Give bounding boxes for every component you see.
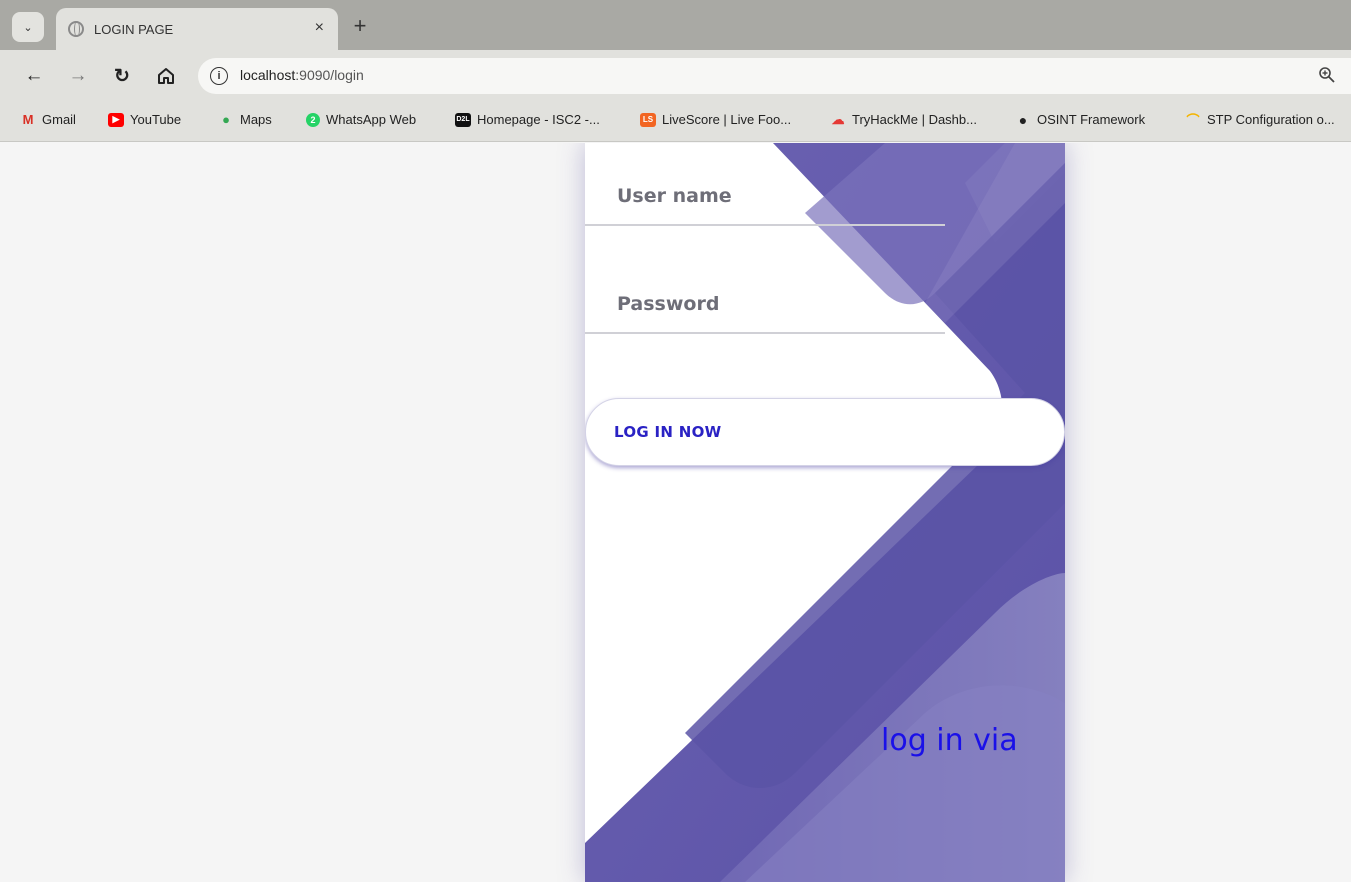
back-button[interactable]: ← [18, 60, 50, 92]
d2l-icon: D2L [455, 112, 471, 127]
arrow-right-icon: → [68, 65, 88, 86]
login-card: User name Password LOG IN NOW log in via [585, 143, 1065, 882]
url-path: :9090/login [295, 67, 364, 83]
bookmark-label: TryHackMe | Dashb... [852, 112, 977, 127]
page-viewport: User name Password LOG IN NOW log in via [0, 143, 1351, 882]
livescore-icon: LS [640, 112, 656, 127]
tab-title: LOGIN PAGE [94, 22, 174, 37]
bookmark-label: Maps [240, 112, 272, 127]
social-login-title: log in via [881, 723, 1018, 758]
password-label: Password [617, 293, 720, 315]
bookmark-whatsapp[interactable]: 2 WhatsApp Web [306, 112, 416, 127]
bookmark-label: OSINT Framework [1037, 112, 1146, 127]
reload-button[interactable]: ↻ [106, 60, 138, 92]
bookmark-youtube[interactable]: ▶ YouTube [108, 112, 181, 127]
tab-strip: ⌄ LOGIN PAGE × + [0, 0, 1351, 50]
gmail-icon: M [22, 112, 34, 127]
bookmark-osint[interactable]: ● OSINT Framework [1015, 111, 1146, 128]
bookmarks-bar: M Gmail ▶ YouTube ● Maps 2 WhatsApp Web D2L H… [0, 102, 1351, 142]
new-tab-button[interactable]: + [346, 12, 374, 40]
zoom-icon[interactable] [1318, 66, 1336, 84]
home-button[interactable] [150, 60, 182, 92]
login-button-label: LOG IN NOW [614, 423, 722, 441]
youtube-icon: ▶ [108, 112, 124, 127]
bookmark-label: LiveScore | Live Foo... [662, 112, 792, 127]
bookmark-label: WhatsApp Web [326, 112, 417, 127]
tryhackme-icon: ☁ [831, 111, 845, 127]
osint-icon: ● [1018, 111, 1028, 128]
stp-icon: ⌒ [1186, 113, 1200, 128]
site-info-icon[interactable]: i [210, 67, 228, 85]
browser-toolbar: ← → ↻ i localhost:9090/login [0, 50, 1351, 102]
home-icon [158, 68, 174, 84]
bookmark-label: Gmail [42, 112, 76, 127]
tab-search-button[interactable]: ⌄ [12, 12, 44, 42]
password-field[interactable]: Password [585, 251, 945, 334]
bookmark-stp[interactable]: ⌒ STP Configuration o... [1185, 112, 1335, 128]
tab-login-page[interactable]: LOGIN PAGE × [56, 8, 338, 50]
maps-icon: ● [222, 112, 230, 127]
bookmark-livescore[interactable]: LS LiveScore | Live Foo... [640, 112, 791, 127]
bookmark-gmail[interactable]: M Gmail [20, 112, 76, 127]
bookmark-isc2[interactable]: D2L Homepage - ISC2 -... [455, 112, 600, 127]
chevron-down-icon: ⌄ [23, 21, 33, 34]
whatsapp-icon: 2 [306, 112, 320, 127]
bookmark-label: STP Configuration o... [1207, 112, 1335, 127]
username-field[interactable]: User name [585, 143, 945, 226]
login-button[interactable]: LOG IN NOW [585, 398, 1065, 466]
url-host: localhost [240, 67, 296, 83]
tab-close-button[interactable]: × [315, 19, 324, 37]
forward-button[interactable]: → [62, 60, 94, 92]
bookmark-maps[interactable]: ● Maps [218, 112, 272, 127]
username-label: User name [617, 185, 732, 207]
bookmark-tryhackme[interactable]: ☁ TryHackMe | Dashb... [830, 111, 977, 128]
globe-icon [68, 21, 84, 37]
url-text[interactable]: localhost:9090/login [240, 67, 364, 83]
arrow-left-icon: ← [24, 65, 44, 86]
bookmark-label: YouTube [130, 112, 182, 127]
reload-icon: ↻ [114, 65, 130, 87]
address-bar[interactable]: i localhost:9090/login [198, 58, 1351, 94]
bookmark-label: Homepage - ISC2 -... [477, 112, 600, 127]
